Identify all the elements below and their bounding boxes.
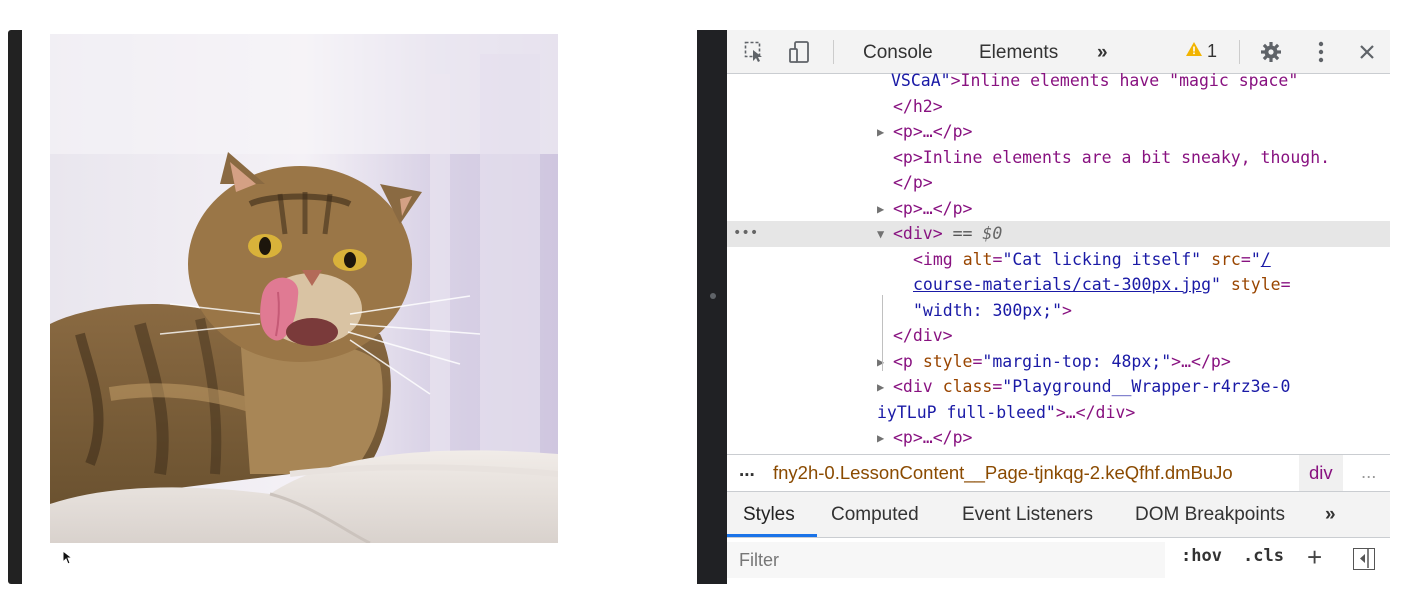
- p-tag: <p: [893, 351, 913, 371]
- attr-value: "margin-top: 48px;": [982, 351, 1172, 371]
- filter-input[interactable]: [727, 542, 1165, 578]
- expand-arrow-icon[interactable]: ▶: [877, 120, 884, 146]
- closing-tag: </div>: [893, 326, 953, 345]
- closing-tag: </p>: [893, 173, 933, 192]
- breadcrumb-more-button[interactable]: ...: [1361, 461, 1376, 483]
- dom-node-line[interactable]: </h2>: [727, 94, 1390, 120]
- div-tag: <div: [893, 377, 933, 396]
- dom-node-line[interactable]: "width: 300px;">: [727, 298, 1390, 324]
- dom-node-line[interactable]: iyTLuP full-bleed">…</div>: [727, 400, 1390, 426]
- expand-arrow-icon[interactable]: ▶: [877, 350, 884, 376]
- console-ref: $0: [982, 224, 1003, 243]
- tab-styles[interactable]: Styles: [743, 504, 795, 526]
- toolbar-separator: [833, 40, 834, 64]
- dom-node-line[interactable]: ▶ <p style="margin-top: 48px;">…</p>: [727, 349, 1390, 375]
- breadcrumb-path[interactable]: fny2h-0.LessonContent__Page-tjnkqg-2.keQ…: [773, 462, 1233, 484]
- breadcrumb: ... fny2h-0.LessonContent__Page-tjnkqg-2…: [727, 454, 1390, 492]
- img-tag: <img: [913, 249, 953, 269]
- device-toolbar-icon[interactable]: [787, 40, 811, 64]
- attr-value: "Cat licking itself": [1002, 249, 1202, 269]
- attr-name: style: [1230, 275, 1281, 294]
- cat-image: [50, 34, 558, 543]
- expand-arrow-icon[interactable]: ▶: [877, 197, 884, 223]
- closing-tag: </h2>: [893, 96, 943, 116]
- dom-node-line[interactable]: ▶ <p>…</p>: [727, 425, 1390, 451]
- dom-node-line[interactable]: ▶ <p>…</p>: [727, 196, 1390, 222]
- class-toggle[interactable]: .cls: [1243, 546, 1284, 566]
- devtools-panel: Console Elements » 1 VSCaA">Inline eleme…: [727, 30, 1390, 584]
- styles-filter-bar: :hov .cls +: [727, 538, 1390, 584]
- collapse-arrow-icon[interactable]: ▼: [877, 222, 884, 248]
- more-panels-button[interactable]: »: [1325, 504, 1336, 526]
- attr-value: ": [1211, 275, 1221, 294]
- node-text: >Inline elements have "magic space": [950, 71, 1299, 90]
- hover-state-toggle[interactable]: :hov: [1181, 546, 1222, 566]
- indent-guide: [882, 295, 883, 371]
- src-link[interactable]: /: [1261, 250, 1271, 269]
- collapsed-node: <p>…</p>: [893, 428, 973, 447]
- warnings-counter[interactable]: 1: [1185, 41, 1217, 62]
- panel-resize-divider[interactable]: [697, 30, 727, 584]
- dom-node-selected[interactable]: ••• ▼ <div> == $0: [727, 221, 1390, 247]
- preview-edge: [8, 30, 22, 584]
- selected-tag: <div>: [893, 224, 943, 243]
- attr-name: class: [942, 377, 993, 396]
- gutter-dots[interactable]: •••: [733, 221, 758, 247]
- breadcrumb-overflow-button[interactable]: ...: [739, 460, 755, 482]
- collapsed-node: >…</div>: [1055, 402, 1136, 422]
- attr-value: VSCaA": [891, 71, 951, 90]
- attr-name: src: [1211, 249, 1241, 269]
- new-style-rule-button[interactable]: +: [1307, 542, 1322, 573]
- tag-close: >: [1062, 300, 1072, 320]
- dom-tree: VSCaA">Inline elements have "magic space…: [727, 71, 1390, 454]
- dom-node-line[interactable]: ▶ <div class="Playground__Wrapper-r4rz3e…: [727, 374, 1390, 400]
- breadcrumb-current[interactable]: div: [1299, 455, 1343, 491]
- tab-dom-breakpoints[interactable]: DOM Breakpoints: [1135, 504, 1285, 526]
- attr-name: style: [922, 351, 973, 371]
- tab-elements[interactable]: Elements: [979, 42, 1058, 64]
- node-text: <p>Inline elements are a bit sneaky, tho…: [893, 147, 1331, 167]
- attr-name: alt: [962, 249, 993, 269]
- warning-icon: [1185, 41, 1203, 62]
- warning-count: 1: [1207, 41, 1218, 61]
- src-link[interactable]: course-materials/cat-300px.jpg: [913, 275, 1211, 294]
- dom-node-line[interactable]: course-materials/cat-300px.jpg" style=: [727, 272, 1390, 298]
- dom-node-line[interactable]: VSCaA">Inline elements have "magic space…: [727, 68, 1390, 94]
- toggle-sidebar-icon[interactable]: [1353, 548, 1375, 570]
- active-tab-indicator: [727, 534, 817, 537]
- collapsed-node: <p>…</p>: [893, 198, 973, 218]
- inspect-element-icon[interactable]: [743, 40, 767, 64]
- attr-value: iyTLuP full-bleed": [877, 402, 1056, 422]
- toolbar-separator: [1239, 40, 1240, 64]
- kebab-menu-icon[interactable]: [1309, 40, 1333, 64]
- attr-value: "Playground__Wrapper-r4rz3e-0: [1002, 377, 1291, 396]
- mouse-cursor-icon: [62, 549, 74, 566]
- more-tabs-button[interactable]: »: [1097, 42, 1108, 64]
- tab-event-listeners[interactable]: Event Listeners: [962, 504, 1093, 526]
- collapsed-node: <p>…</p>: [893, 122, 973, 141]
- styles-panel-tabs: Styles Computed Event Listeners DOM Brea…: [727, 492, 1390, 538]
- expand-arrow-icon[interactable]: ▶: [877, 426, 884, 452]
- dom-node-line[interactable]: <p>Inline elements are a bit sneaky, tho…: [727, 145, 1390, 171]
- attr-value: "width: 300px;": [913, 300, 1063, 320]
- dom-node-line[interactable]: </p>: [727, 170, 1390, 196]
- attr-value: ": [1250, 249, 1261, 269]
- dom-node-line[interactable]: ▶ <p>…</p>: [727, 119, 1390, 145]
- resize-grip-icon[interactable]: [710, 293, 716, 299]
- tab-console[interactable]: Console: [863, 42, 933, 64]
- dom-node-line[interactable]: <img alt="Cat licking itself" src="/: [727, 247, 1390, 273]
- page-preview: [8, 30, 697, 584]
- tab-computed[interactable]: Computed: [831, 504, 919, 526]
- expand-arrow-icon[interactable]: ▶: [877, 375, 884, 401]
- equals-sign: ==: [952, 224, 973, 243]
- dom-node-line[interactable]: </div>: [727, 323, 1390, 349]
- settings-gear-icon[interactable]: [1259, 40, 1283, 64]
- close-icon[interactable]: [1355, 40, 1379, 64]
- collapsed-node: >…</p>: [1171, 351, 1231, 371]
